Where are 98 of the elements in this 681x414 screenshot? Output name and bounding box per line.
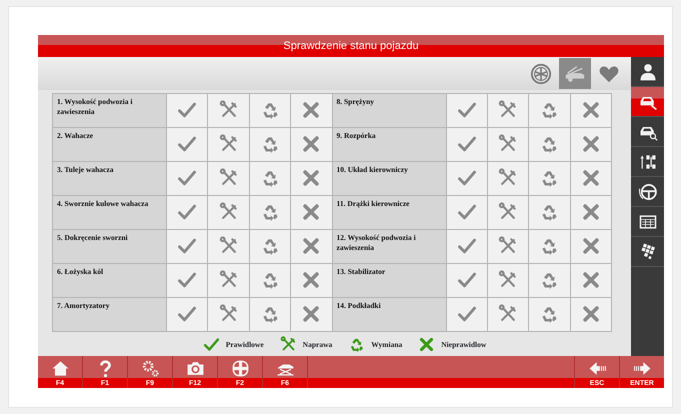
wheel-icon bbox=[530, 62, 552, 84]
status-option[interactable] bbox=[208, 298, 250, 332]
check-icon bbox=[177, 304, 198, 324]
status-option[interactable] bbox=[208, 128, 250, 162]
status-option[interactable] bbox=[290, 94, 332, 128]
cross-icon bbox=[580, 236, 601, 256]
cross-icon bbox=[580, 168, 601, 188]
cross-icon bbox=[580, 100, 601, 120]
status-option[interactable] bbox=[570, 162, 612, 196]
check-icon bbox=[177, 100, 198, 120]
check-icon bbox=[202, 336, 220, 353]
status-option[interactable] bbox=[570, 128, 612, 162]
status-option[interactable] bbox=[249, 128, 291, 162]
status-option[interactable] bbox=[290, 128, 332, 162]
status-option[interactable] bbox=[446, 94, 488, 128]
camera-icon bbox=[186, 359, 204, 378]
cross-icon bbox=[301, 134, 322, 154]
status-option[interactable] bbox=[570, 298, 612, 332]
check-icon bbox=[177, 134, 198, 154]
status-option[interactable] bbox=[570, 196, 612, 230]
status-option[interactable] bbox=[487, 264, 529, 298]
status-option[interactable] bbox=[166, 128, 208, 162]
status-option[interactable] bbox=[446, 298, 488, 332]
cross-icon bbox=[301, 168, 322, 188]
status-option[interactable] bbox=[528, 128, 570, 162]
check-icon bbox=[177, 270, 198, 290]
recycle-icon bbox=[348, 336, 366, 353]
check-icon bbox=[177, 236, 198, 256]
status-option[interactable] bbox=[446, 162, 488, 196]
person-icon bbox=[638, 62, 658, 82]
check-icon bbox=[177, 202, 198, 222]
status-option[interactable] bbox=[166, 196, 208, 230]
status-option[interactable] bbox=[290, 230, 332, 264]
status-option[interactable] bbox=[166, 298, 208, 332]
petals-icon bbox=[230, 359, 250, 378]
status-option[interactable] bbox=[570, 230, 612, 264]
status-option[interactable] bbox=[166, 94, 208, 128]
status-option[interactable] bbox=[166, 264, 208, 298]
gears-icon bbox=[140, 359, 160, 378]
status-option[interactable] bbox=[249, 196, 291, 230]
window-title: Sprawdzenie stanu pojazdu bbox=[283, 38, 419, 54]
status-option[interactable] bbox=[290, 162, 332, 196]
status-option[interactable] bbox=[208, 94, 250, 128]
home-icon bbox=[50, 359, 70, 378]
check-icon bbox=[456, 168, 477, 188]
cross-icon bbox=[418, 336, 436, 353]
status-option[interactable] bbox=[446, 196, 488, 230]
cross-icon bbox=[580, 134, 601, 154]
status-option[interactable] bbox=[487, 162, 529, 196]
status-option[interactable] bbox=[166, 162, 208, 196]
status-option[interactable] bbox=[249, 264, 291, 298]
status-option[interactable] bbox=[290, 264, 332, 298]
cross-icon bbox=[580, 202, 601, 222]
status-option[interactable] bbox=[528, 264, 570, 298]
status-option[interactable] bbox=[487, 94, 529, 128]
status-option[interactable] bbox=[528, 230, 570, 264]
status-option[interactable] bbox=[208, 196, 250, 230]
status-option[interactable] bbox=[487, 196, 529, 230]
status-option[interactable] bbox=[570, 94, 612, 128]
status-option[interactable] bbox=[528, 196, 570, 230]
check-icon bbox=[456, 202, 477, 222]
status-option[interactable] bbox=[208, 264, 250, 298]
status-option[interactable] bbox=[446, 264, 488, 298]
cross-icon bbox=[301, 202, 322, 222]
cross-icon bbox=[301, 236, 322, 256]
status-option[interactable] bbox=[487, 128, 529, 162]
status-option[interactable] bbox=[487, 298, 529, 332]
status-option[interactable] bbox=[528, 94, 570, 128]
status-option[interactable] bbox=[290, 196, 332, 230]
check-icon bbox=[456, 134, 477, 154]
cross-icon bbox=[580, 304, 601, 324]
check-icon bbox=[177, 168, 198, 188]
cross-icon bbox=[301, 270, 322, 290]
status-option[interactable] bbox=[249, 230, 291, 264]
status-option[interactable] bbox=[446, 128, 488, 162]
status-option[interactable] bbox=[487, 230, 529, 264]
check-icon bbox=[456, 304, 477, 324]
status-option[interactable] bbox=[208, 162, 250, 196]
cross-icon bbox=[301, 304, 322, 324]
steering-wheel-icon bbox=[638, 182, 658, 202]
check-icon bbox=[456, 100, 477, 120]
status-option[interactable] bbox=[290, 298, 332, 332]
status-option[interactable] bbox=[528, 162, 570, 196]
status-option[interactable] bbox=[249, 94, 291, 128]
sidebar-item[interactable] bbox=[631, 87, 664, 117]
status-option[interactable] bbox=[446, 230, 488, 264]
tools-icon bbox=[280, 336, 297, 353]
status-option[interactable] bbox=[528, 298, 570, 332]
check-icon bbox=[456, 236, 477, 256]
status-option[interactable] bbox=[208, 230, 250, 264]
toolbar-tab[interactable] bbox=[559, 58, 591, 89]
check-icon bbox=[456, 270, 477, 290]
cross-icon bbox=[580, 270, 601, 290]
cross-icon bbox=[301, 100, 322, 120]
status-option[interactable] bbox=[249, 162, 291, 196]
status-option[interactable] bbox=[249, 298, 291, 332]
status-option[interactable] bbox=[570, 264, 612, 298]
status-option[interactable] bbox=[166, 230, 208, 264]
